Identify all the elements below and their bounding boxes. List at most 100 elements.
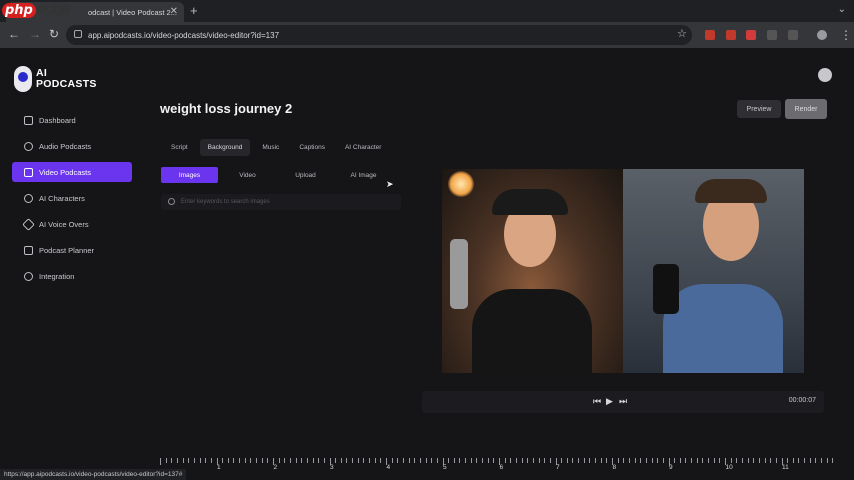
sidebar-item-ai-characters[interactable]: AI Characters	[12, 188, 132, 208]
logo[interactable]: AI PODCASTS	[14, 66, 97, 92]
subtab-ai-image[interactable]: AI Image	[335, 167, 392, 183]
image-search-input[interactable]: Enter keywords to search images	[161, 194, 401, 210]
ruler-tick	[369, 458, 371, 463]
app-root: AI PODCASTS Dashboard Audio Podcasts Vid…	[0, 48, 854, 480]
ruler-tick	[747, 458, 749, 463]
playback-time: 00:00:07	[788, 397, 816, 404]
preview-frame-woman	[442, 169, 623, 373]
ruler-tick	[764, 458, 766, 463]
extension-icon[interactable]	[767, 30, 777, 40]
back-icon[interactable]: ←	[8, 27, 20, 41]
ruler-tick	[741, 458, 743, 463]
microphone-icon	[24, 141, 33, 151]
player-controls: ⏮ ▶ ⏭ 00:00:07	[422, 391, 824, 413]
extension-icon[interactable]	[746, 30, 756, 40]
ruler-tick	[312, 458, 314, 463]
ruler-tick	[787, 458, 789, 463]
tab-script[interactable]: Script	[163, 139, 196, 156]
sidebar-item-integration[interactable]: Integration	[12, 266, 132, 286]
microphone-prop	[653, 264, 679, 314]
address-bar[interactable]: app.aipodcasts.io/video-podcasts/video-e…	[66, 25, 692, 45]
ruler-tick	[809, 458, 811, 463]
menu-kebab-icon[interactable]: ⋮	[840, 28, 852, 42]
hair	[695, 179, 767, 203]
ruler-tick	[193, 458, 195, 463]
ruler-tick	[278, 458, 280, 463]
ruler-tick	[753, 458, 755, 463]
ruler-tick	[628, 458, 630, 463]
rewind-icon[interactable]: ⏮	[593, 396, 601, 407]
ruler-tick	[363, 458, 365, 463]
ruler-tick	[233, 458, 235, 463]
ruler-label: 10	[725, 464, 733, 471]
forward-icon[interactable]: →	[29, 27, 41, 41]
tab-captions[interactable]: Captions	[291, 139, 333, 156]
chevron-down-icon[interactable]: ⌄	[838, 4, 846, 15]
ruler-tick	[640, 458, 642, 463]
ruler-tick	[702, 458, 704, 463]
extension-icon[interactable]	[705, 30, 715, 40]
site-info-icon[interactable]	[74, 30, 82, 38]
new-tab-icon[interactable]: +	[190, 3, 198, 18]
puzzle-icon	[24, 271, 33, 281]
ruler-tick	[160, 458, 161, 465]
subtab-upload[interactable]: Upload	[277, 167, 334, 183]
ruler-tick	[436, 458, 438, 463]
timeline-ruler[interactable]: 1 2 3 4 5 6 7 8 9 10 11	[160, 458, 834, 472]
ruler-tick	[374, 458, 376, 463]
sidebar-item-audio-podcasts[interactable]: Audio Podcasts	[12, 136, 132, 156]
close-icon[interactable]: ✕	[170, 6, 178, 17]
reload-icon[interactable]: ↻	[49, 27, 59, 41]
ruler-tick	[736, 458, 738, 463]
ruler-label: 4	[386, 464, 391, 471]
ruler-tick	[578, 458, 580, 463]
video-preview[interactable]	[442, 169, 804, 373]
user-avatar[interactable]	[818, 68, 832, 82]
ruler-tick	[267, 458, 269, 463]
render-button[interactable]: Render	[785, 99, 827, 119]
ruler-tick	[651, 458, 653, 463]
sidebar-item-podcast-planner[interactable]: Podcast Planner	[12, 240, 132, 260]
fast-forward-icon[interactable]: ⏭	[619, 396, 627, 407]
tab-ai-character[interactable]: AI Character	[337, 139, 390, 156]
ruler-tick	[815, 458, 817, 463]
ruler-tick	[431, 458, 433, 463]
ruler-tick	[453, 458, 455, 463]
profile-avatar[interactable]	[817, 30, 827, 40]
ruler-tick	[634, 458, 636, 463]
ruler-tick	[165, 458, 167, 463]
ruler-tick	[566, 458, 568, 463]
ruler-tick	[459, 458, 461, 463]
subtab-video[interactable]: Video	[219, 167, 276, 183]
background-subtabs: Images Video Upload AI Image	[161, 167, 403, 183]
ruler-tick	[606, 458, 608, 463]
subtab-images[interactable]: Images	[161, 167, 218, 183]
ruler-label: 7	[556, 464, 560, 471]
ruler-tick	[414, 458, 416, 463]
tab-background[interactable]: Background	[199, 139, 251, 156]
tab-music[interactable]: Music	[254, 139, 287, 156]
ruler-label: 2	[273, 464, 278, 471]
ruler-tick	[256, 458, 258, 463]
ruler-tick	[261, 458, 263, 463]
ruler-tick	[357, 458, 359, 463]
ruler-tick	[493, 458, 495, 463]
preview-button[interactable]: Preview	[737, 100, 781, 118]
ruler-tick	[832, 458, 834, 463]
extensions-puzzle-icon[interactable]	[788, 30, 798, 40]
ruler-tick	[182, 458, 184, 463]
ruler-tick	[583, 458, 585, 463]
sidebar-item-ai-voice-overs[interactable]: AI Voice Overs	[12, 214, 132, 234]
sidebar-item-dashboard[interactable]: Dashboard	[12, 110, 132, 130]
ruler-tick	[561, 458, 563, 463]
extension-icon[interactable]	[726, 30, 736, 40]
ruler-tick	[397, 458, 399, 463]
sidebar-item-video-podcasts[interactable]: Video Podcasts	[12, 162, 132, 182]
play-icon[interactable]: ▶	[606, 396, 613, 407]
ruler-tick	[419, 458, 421, 463]
ruler-tick	[804, 458, 806, 463]
ruler-tick	[595, 458, 597, 463]
ruler-tick	[487, 458, 489, 463]
bookmark-star-icon[interactable]: ☆	[677, 27, 687, 40]
ruler-tick	[532, 458, 534, 463]
